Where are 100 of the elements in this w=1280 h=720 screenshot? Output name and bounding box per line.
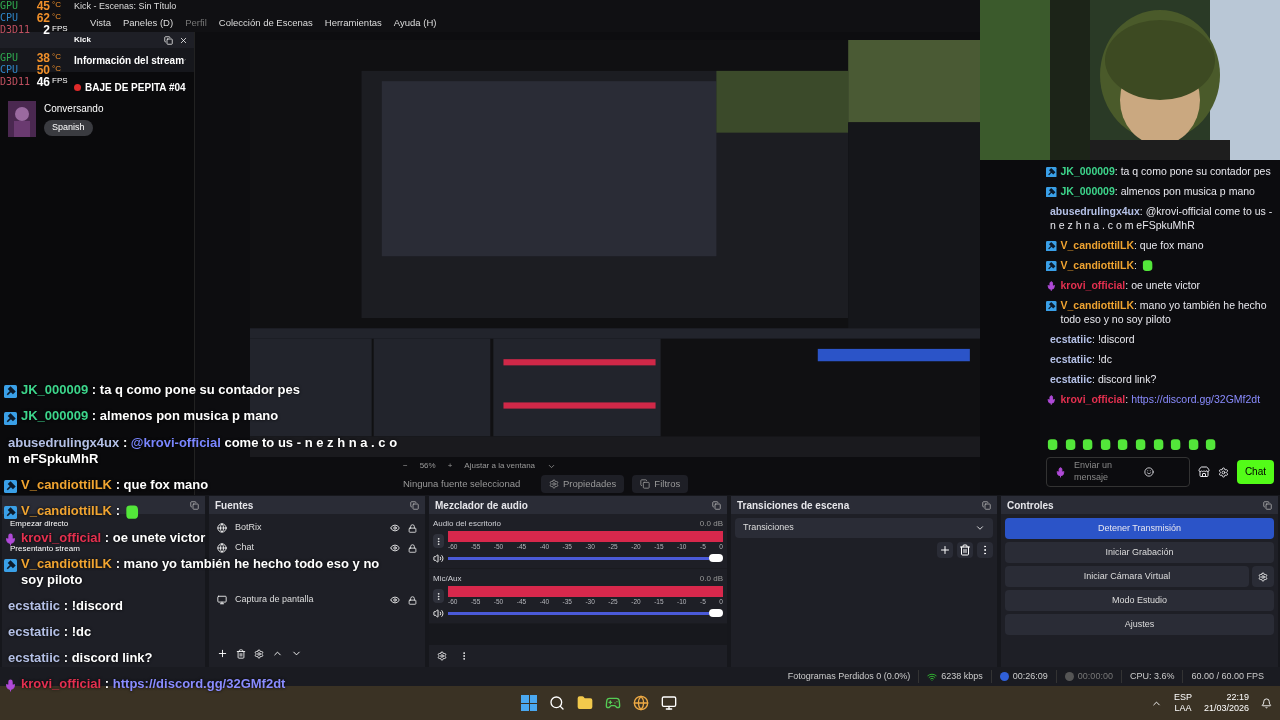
- globe-icon: [217, 543, 227, 553]
- undock-icon[interactable]: [410, 500, 419, 510]
- volume-slider[interactable]: [448, 554, 723, 563]
- chat-message: V_candiottiILK : mano yo también he hecho todo eso y no soy piloto: [21, 555, 381, 588]
- lock-icon[interactable]: [408, 523, 417, 533]
- zoom-in-button[interactable]: +: [447, 460, 453, 472]
- volume-slider[interactable]: [448, 609, 723, 617]
- chat-message: ecstatiic: discord link?: [1050, 372, 1157, 386]
- emote-icon: [1169, 438, 1182, 451]
- keyboard-layout[interactable]: LAA: [1174, 703, 1192, 714]
- chat-link[interactable]: https://discord.gg/32GMf2dt: [1131, 393, 1261, 405]
- clock-time[interactable]: 22:19: [1226, 692, 1249, 703]
- overlay-label: D3D11: [0, 76, 32, 88]
- menu-item[interactable]: Ayuda (H): [393, 15, 437, 31]
- chat-message: ecstatiic: !dc: [1050, 352, 1112, 366]
- transition-dropdown[interactable]: Transiciones: [743, 521, 794, 535]
- delete-icon[interactable]: [957, 542, 973, 558]
- menu-item[interactable]: Paneles (D): [122, 15, 174, 31]
- fit-window-button[interactable]: Ajustar a la ventana: [464, 460, 536, 472]
- bitrate: 6238 kbps: [941, 669, 983, 683]
- chat-send-button[interactable]: Chat: [1236, 460, 1274, 484]
- dots-icon: [434, 591, 443, 601]
- overlay-unit: FPS: [52, 76, 68, 85]
- notification-icon[interactable]: [1261, 697, 1272, 709]
- message-input[interactable]: Enviar un mensaje: [1074, 459, 1136, 485]
- properties-button[interactable]: Propiedades: [541, 474, 625, 494]
- chat-message: abusedrulingx4ux: @krovi-official come to us - n e z h n a . c o m eFSpkuMhR: [1050, 204, 1274, 232]
- undock-icon[interactable]: [982, 500, 991, 510]
- visibility-icon[interactable]: [390, 543, 400, 553]
- filter-icon: [640, 479, 651, 489]
- visibility-icon[interactable]: [390, 523, 400, 533]
- folder-icon[interactable]: [577, 695, 594, 711]
- filters-button[interactable]: Filtros: [632, 474, 689, 494]
- dock-title: Transiciones de escena: [737, 498, 850, 513]
- emote-icon: [1046, 438, 1059, 451]
- store-icon[interactable]: [1197, 466, 1210, 478]
- undock-icon[interactable]: [190, 500, 199, 510]
- undock-icon[interactable]: [712, 500, 721, 510]
- source-item[interactable]: Chat: [235, 541, 382, 555]
- search-icon[interactable]: [549, 695, 566, 711]
- control-button[interactable]: Detener Transmisión: [1005, 518, 1274, 539]
- scene-item[interactable]: Empezar directo: [10, 519, 69, 528]
- control-button[interactable]: Iniciar Grabación: [1005, 542, 1274, 563]
- lock-icon[interactable]: [408, 543, 417, 553]
- overlay-value: 2: [42, 24, 50, 36]
- chat-message: JK_000009 : almenos pon musica p mano: [21, 408, 279, 425]
- chat-message: krovi_official : oe unete victor: [21, 529, 206, 546]
- caret-icon[interactable]: [975, 523, 985, 533]
- input-language[interactable]: ESP: [1173, 692, 1192, 703]
- undock-icon[interactable]: [164, 35, 173, 45]
- emoji-icon[interactable]: [1144, 467, 1154, 477]
- visibility-icon[interactable]: [390, 595, 400, 605]
- overlay-label: D3D11: [0, 24, 32, 36]
- signal-icon: [927, 671, 938, 682]
- overlay-value: 46: [35, 76, 50, 88]
- source-item[interactable]: BotRix: [235, 521, 382, 535]
- windows-start-icon[interactable]: [521, 695, 538, 711]
- message-field[interactable]: Enviar un mensaje: [1046, 457, 1190, 487]
- control-button[interactable]: Modo Estudio: [1005, 590, 1274, 611]
- chat-message: ecstatiic: !discord: [1050, 332, 1135, 346]
- speaker-icon[interactable]: [433, 552, 444, 564]
- chat-message: ecstatiic : discord link?: [8, 649, 153, 666]
- add-icon[interactable]: [217, 648, 228, 659]
- zoom-out-button[interactable]: −: [403, 460, 408, 472]
- emote-icon: [1151, 438, 1165, 451]
- hammer-icon: [1046, 300, 1057, 312]
- clock-date[interactable]: 21/03/2026: [1203, 703, 1249, 714]
- undock-icon[interactable]: [1263, 500, 1272, 510]
- control-button[interactable]: Iniciar Cámara Virtual: [1005, 566, 1249, 587]
- emote-icon: [1204, 438, 1217, 451]
- menu-item[interactable]: Colección de Escenas: [218, 15, 313, 31]
- chat-message: krovi_official : https://discord.gg/32GMf2dt: [21, 675, 286, 692]
- menu-item[interactable]: Herramientas: [324, 15, 382, 31]
- more-icon[interactable]: [977, 542, 993, 558]
- hammer-icon: [1046, 260, 1057, 272]
- gear-icon: [549, 479, 559, 489]
- menu-item[interactable]: Vista: [90, 15, 111, 31]
- speaker-icon[interactable]: [433, 607, 444, 619]
- channel-name: Mic/Aux: [433, 572, 462, 585]
- settings-icon[interactable]: [1217, 466, 1229, 478]
- settings-button[interactable]: [1252, 566, 1274, 587]
- dock-title: Mezclador de audio: [435, 498, 528, 513]
- lock-icon[interactable]: [408, 595, 417, 605]
- channel-menu-button[interactable]: [433, 534, 444, 549]
- monitor-icon[interactable]: [661, 695, 678, 711]
- gamepad-icon[interactable]: [605, 695, 622, 711]
- chat-link[interactable]: https://discord.gg/32GMf2dt: [112, 675, 286, 691]
- advanced-settings-icon[interactable]: [437, 651, 447, 661]
- source-item[interactable]: Captura de pantalla: [235, 593, 382, 607]
- dock-title: Controles: [1007, 498, 1054, 513]
- browser-icon[interactable]: [633, 695, 650, 711]
- menu-item[interactable]: Perfil: [185, 15, 207, 31]
- delete-icon[interactable]: [236, 648, 246, 659]
- channel-menu-button[interactable]: [433, 589, 444, 604]
- scene-item[interactable]: Presentanto stream: [2, 544, 205, 553]
- close-icon[interactable]: [179, 35, 188, 45]
- chat-message: ecstatiic : !discord: [8, 597, 123, 614]
- control-button[interactable]: Ajustes: [1005, 614, 1274, 635]
- cpu-usage: CPU: 3.6%: [1120, 669, 1183, 684]
- section-title: Información del stream: [74, 53, 185, 68]
